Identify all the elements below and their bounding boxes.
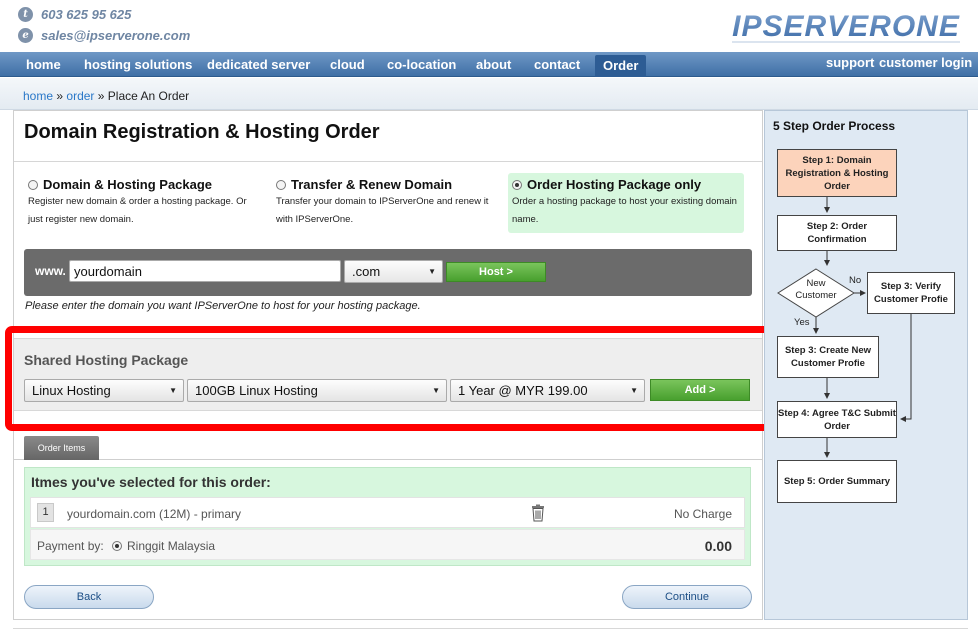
phone-icon: t (18, 6, 33, 22)
option-description: Order a hosting package to host your exi… (512, 196, 737, 225)
tld-select[interactable]: .com ▼ (344, 260, 443, 283)
nav-support[interactable]: support (826, 50, 874, 75)
item-price: No Charge (673, 507, 732, 521)
breadcrumb-current: Place An Order (107, 89, 190, 103)
step-5: Step 5: Order Summary (777, 460, 897, 503)
tld-selected: .com (352, 264, 381, 279)
breadcrumb-separator: » (56, 89, 64, 103)
order-items-box: Itmes you've selected for this order: 1 … (24, 467, 751, 566)
item-name: yourdomain.com (12M) - primary (67, 507, 242, 521)
radio-hosting-only[interactable] (512, 179, 522, 190)
nav-cloud[interactable]: cloud (330, 52, 365, 77)
nav-customer-login[interactable]: customer login (879, 50, 972, 75)
option-description: Register new domain & order a hosting pa… (28, 196, 247, 225)
breadcrumb-order[interactable]: order (66, 89, 94, 103)
email-address[interactable]: sales@ipserverone.com (41, 28, 190, 43)
step-4: Step 4: Agree T&C Submit Order (777, 401, 897, 438)
continue-button[interactable]: Continue (622, 585, 752, 609)
nav-order[interactable]: Order (595, 55, 647, 77)
nav-contact[interactable]: contact (534, 52, 580, 77)
ipserverone-logo[interactable]: IPSERVERONE (730, 6, 962, 46)
breadcrumb-home[interactable]: home (23, 89, 53, 103)
order-items-title: Itmes you've selected for this order: (31, 474, 271, 490)
payment-option[interactable]: Ringgit Malaysia (112, 539, 215, 553)
contact-info: t 603 625 95 625 e sales@ipserverone.com (18, 4, 190, 46)
step-3-verify: Step 3: Verify Customer Profie (867, 272, 955, 314)
yes-label: Yes (794, 317, 810, 328)
www-label: www. (35, 264, 66, 278)
decision-label: New Customer (795, 278, 837, 301)
radio-domain-hosting[interactable] (28, 179, 38, 190)
main-nav: home hosting solutions dedicated server … (0, 52, 978, 77)
option-transfer-renew[interactable]: Transfer & Renew Domain Transfer your do… (272, 173, 502, 233)
table-row: 1 yourdomain.com (12M) - primary No Char… (30, 497, 745, 528)
radio-transfer-renew[interactable] (276, 179, 286, 190)
nav-co-location[interactable]: co-location (387, 52, 456, 77)
option-title: Transfer & Renew Domain (291, 177, 453, 192)
domain-note: Please enter the domain you want IPServe… (25, 300, 421, 312)
item-number: 1 (37, 503, 54, 522)
phone-row: t 603 625 95 625 (18, 4, 190, 24)
payment-row: Payment by: Ringgit Malaysia 0.00 (30, 529, 745, 560)
footer-divider (13, 628, 968, 629)
nav-dedicated-server[interactable]: dedicated server (207, 52, 310, 77)
step-2: Step 2: Order Confirmation (777, 215, 897, 251)
payment-method: Ringgit Malaysia (127, 539, 216, 553)
option-domain-hosting[interactable]: Domain & Hosting Package Register new do… (24, 173, 259, 233)
step-1: Step 1: Domain Registration & Hosting Or… (777, 149, 897, 197)
divider (14, 161, 762, 162)
option-title: Order Hosting Package only (527, 177, 702, 192)
nav-hosting-solutions[interactable]: hosting solutions (84, 52, 192, 77)
no-label: No (849, 275, 862, 286)
dropdown-arrow-icon: ▼ (428, 267, 436, 276)
radio-payment-myr[interactable] (112, 541, 122, 551)
payment-label: Payment by: (37, 539, 104, 553)
page-title: Domain Registration & Hosting Order (24, 121, 380, 143)
option-description: Transfer your domain to IPServerOne and … (276, 196, 489, 225)
domain-input[interactable] (69, 260, 341, 282)
step-3-create: Step 3: Create New Customer Profie (777, 336, 879, 378)
order-total: 0.00 (704, 538, 732, 554)
tab-divider (14, 459, 762, 460)
option-title: Domain & Hosting Package (43, 177, 213, 192)
order-process-panel: 5 Step Order Process Step 1: Domain Regi… (764, 110, 968, 620)
email-icon: e (18, 27, 33, 43)
svg-text:IPSERVERONE: IPSERVERONE (732, 10, 960, 43)
domain-entry-bar: www. .com ▼ Host > (24, 249, 752, 296)
highlight-annotation (5, 326, 777, 431)
email-row: e sales@ipserverone.com (18, 25, 190, 45)
nav-about[interactable]: about (476, 52, 511, 77)
host-button[interactable]: Host > (446, 262, 546, 282)
breadcrumb-bar: home » order » Place An Order (0, 78, 978, 110)
breadcrumb-separator: » (97, 89, 105, 103)
nav-home[interactable]: home (26, 52, 61, 77)
option-hosting-only[interactable]: Order Hosting Package only Order a hosti… (508, 173, 744, 233)
trash-icon[interactable] (531, 504, 545, 522)
breadcrumb: home » order » Place An Order (23, 89, 189, 103)
phone-number: 603 625 95 625 (41, 6, 132, 22)
back-button[interactable]: Back (24, 585, 154, 609)
tab-order-items[interactable]: Order Items (24, 436, 99, 460)
